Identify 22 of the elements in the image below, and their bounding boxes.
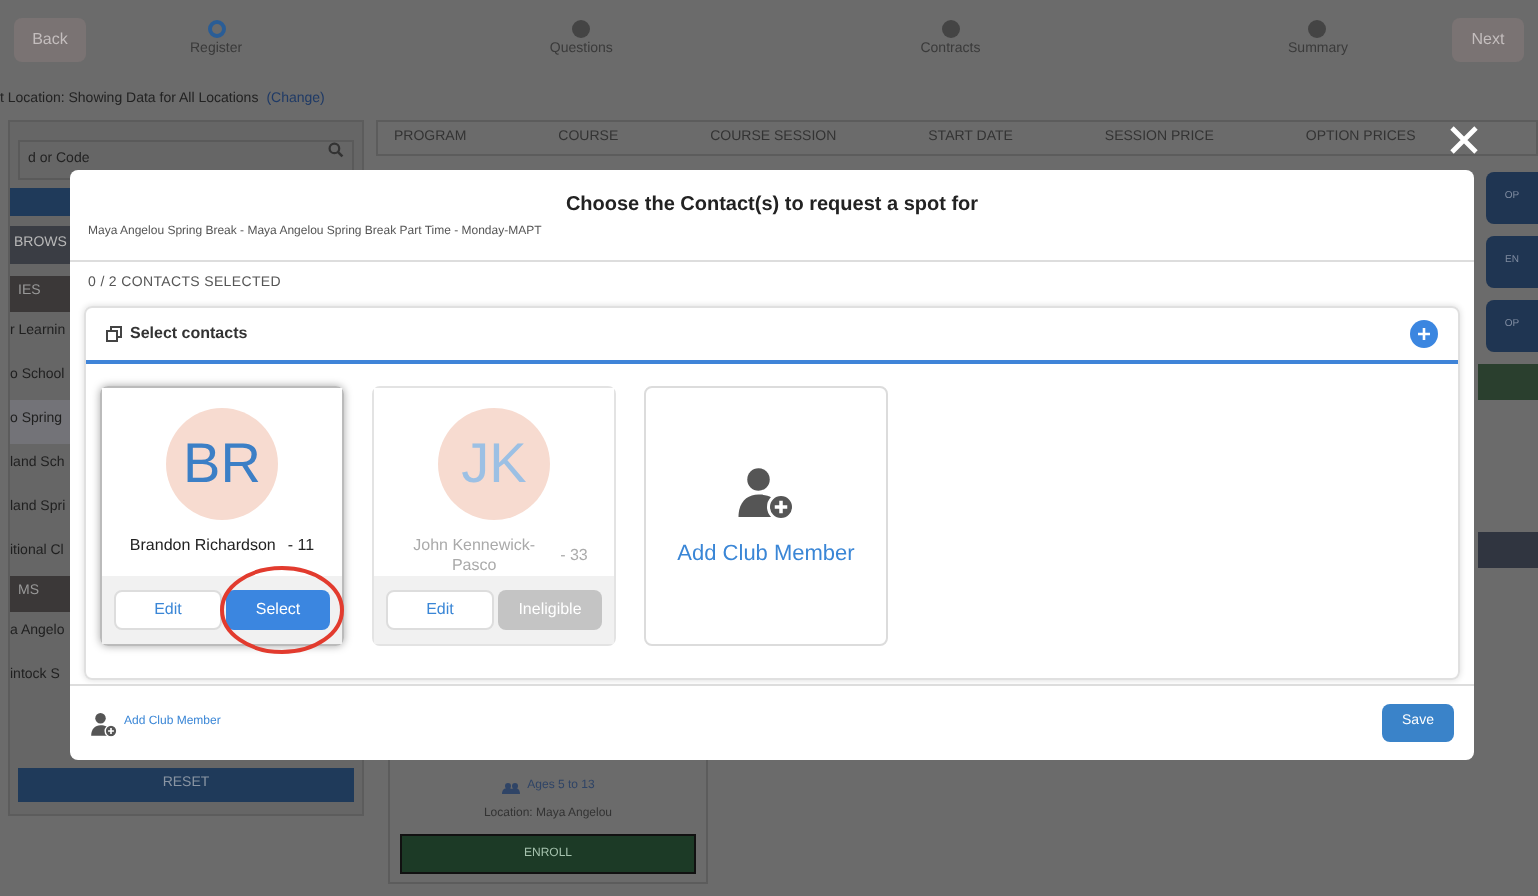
edit-button[interactable]: Edit (386, 590, 494, 630)
dialog-title: Choose the Contact(s) to request a spot for (565, 192, 979, 220)
group-icon (501, 781, 520, 793)
contact-name: John Kennewick-Pasco (411, 536, 538, 576)
search-icon (328, 142, 344, 158)
person-add-icon (90, 709, 118, 737)
select-button[interactable]: Select (226, 590, 330, 630)
contact-age: - 33 (560, 546, 588, 566)
avatar-initials: JK (438, 408, 550, 520)
status-bar (1478, 364, 1538, 400)
add-icon[interactable] (1410, 320, 1438, 348)
edit-button[interactable]: Edit (114, 590, 222, 630)
next-button[interactable]: Next (1452, 18, 1524, 62)
contact-age: - 11 (287, 536, 315, 556)
avatar-initials: BR (166, 408, 278, 520)
panel-title: Select contacts (130, 322, 248, 346)
add-member-card[interactable]: Add Club Member (644, 386, 888, 646)
contact-name: Brandon Richardson (129, 536, 276, 556)
status-bar (1478, 532, 1538, 568)
back-button[interactable]: Back (14, 18, 86, 62)
close-icon[interactable] (1448, 124, 1480, 156)
copy-icon (106, 326, 122, 342)
